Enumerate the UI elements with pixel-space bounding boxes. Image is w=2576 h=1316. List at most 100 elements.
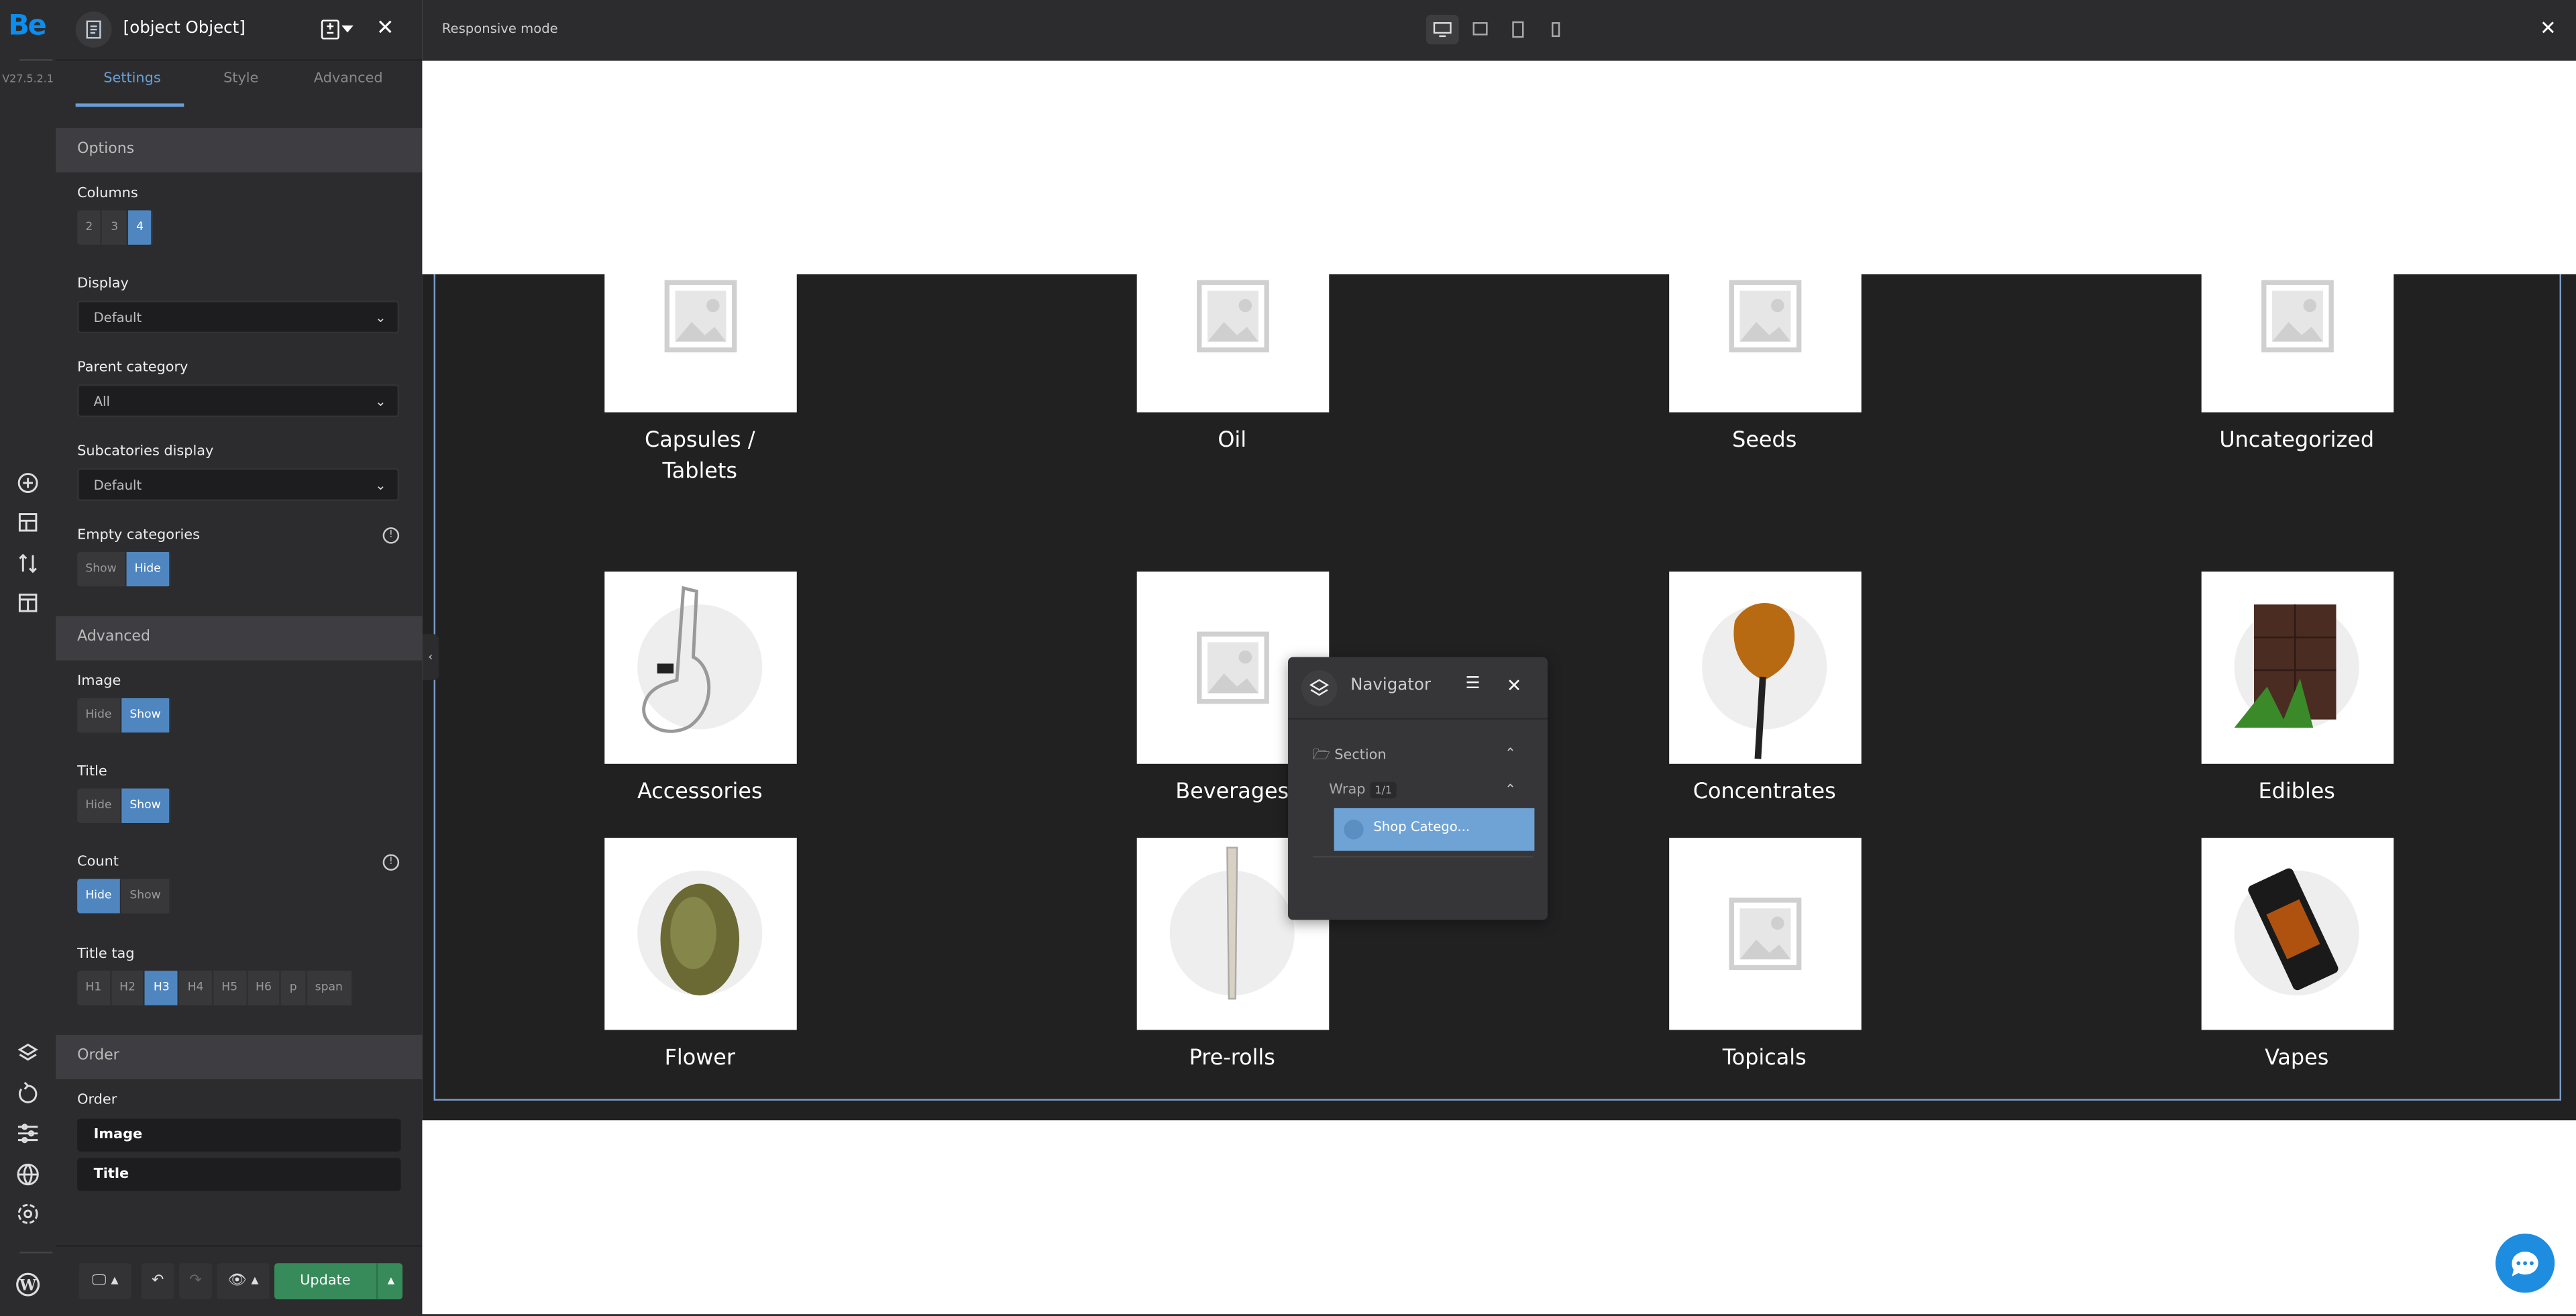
columns-3[interactable]: 3	[103, 210, 128, 245]
category-title[interactable]: Pre-rolls	[1084, 1043, 1380, 1075]
expand-all-icon[interactable]: ☰	[1466, 675, 1481, 694]
info-icon[interactable]: !	[382, 854, 400, 871]
globe-icon[interactable]	[15, 1161, 41, 1187]
wordpress-icon[interactable]: W	[15, 1272, 41, 1298]
parent-category-select[interactable]: All ⌄	[77, 384, 400, 418]
display-select[interactable]: Default ⌄	[77, 300, 400, 334]
tree-item-section[interactable]: 🗁 Section	[1313, 746, 1387, 769]
option-hide[interactable]: Hide	[126, 551, 171, 587]
category-image[interactable]	[1668, 220, 1861, 413]
category-item[interactable]: Vapes	[2149, 837, 2445, 1075]
option-show[interactable]: Show	[77, 551, 127, 587]
redo-button[interactable]: ↷	[178, 1263, 212, 1300]
category-image[interactable]	[2200, 220, 2393, 413]
template-icon[interactable]	[15, 590, 41, 616]
tag-h3[interactable]: H3	[145, 971, 180, 1005]
title-toggle[interactable]: Hide Show	[77, 788, 171, 823]
order-item-title[interactable]: Title	[77, 1158, 401, 1191]
columns-selector[interactable]: 234	[77, 210, 154, 245]
info-icon[interactable]: !	[382, 527, 400, 544]
category-title[interactable]: Edibles	[2149, 777, 2445, 808]
add-icon[interactable]	[15, 470, 41, 496]
category-title[interactable]: Accessories	[552, 777, 848, 808]
option-show[interactable]: Show	[121, 879, 171, 914]
category-title[interactable]: Concentrates	[1617, 777, 1913, 808]
category-item[interactable]: Seeds	[1617, 220, 1913, 457]
update-button[interactable]: Update ▴	[274, 1263, 405, 1300]
category-image[interactable]	[604, 220, 796, 413]
chat-button[interactable]	[2496, 1233, 2555, 1293]
category-image[interactable]	[604, 837, 796, 1030]
update-options-caret[interactable]: ▴	[376, 1263, 405, 1300]
category-item[interactable]: Oil	[1084, 220, 1380, 457]
laptop-icon[interactable]	[1464, 15, 1497, 44]
category-item[interactable]: Uncategorized	[2149, 220, 2445, 457]
category-item[interactable]: Topicals	[1617, 837, 1913, 1075]
tab-style[interactable]: Style	[223, 70, 258, 87]
option-show[interactable]: Show	[121, 698, 171, 733]
title-tag-selector[interactable]: H1 H2 H3 H4 H5 H6 p span	[77, 971, 353, 1005]
category-item[interactable]: Concentrates	[1617, 571, 1913, 808]
close-navigator-icon[interactable]: ✕	[1507, 675, 1522, 697]
category-item[interactable]: Edibles	[2149, 571, 2445, 808]
category-image[interactable]	[2200, 837, 2393, 1030]
tag-span[interactable]: span	[307, 971, 353, 1005]
empty-categories-toggle[interactable]: Show Hide	[77, 551, 171, 587]
category-image[interactable]	[2200, 571, 2393, 764]
tree-item-shop-categories[interactable]: Shop Catego...	[1334, 808, 1535, 851]
chevron-up-icon[interactable]: ⌃	[1505, 746, 1515, 761]
device-preview-button[interactable]: 🖵 ▴	[78, 1263, 131, 1300]
order-header[interactable]: Order	[56, 1034, 423, 1079]
options-header[interactable]: Options	[56, 128, 423, 173]
category-image[interactable]	[604, 571, 796, 764]
tag-p[interactable]: p	[282, 971, 307, 1005]
order-item-image[interactable]: Image	[77, 1118, 401, 1152]
category-title[interactable]: Vapes	[2149, 1043, 2445, 1075]
option-hide[interactable]: Hide	[77, 879, 122, 914]
category-title[interactable]: Uncategorized	[2149, 425, 2445, 457]
presets-dropdown-icon[interactable]	[321, 19, 357, 40]
tab-advanced[interactable]: Advanced	[314, 70, 383, 87]
option-show[interactable]: Show	[121, 788, 171, 823]
category-image[interactable]	[1668, 837, 1861, 1030]
tag-h2[interactable]: H2	[111, 971, 146, 1005]
close-panel-icon[interactable]: ✕	[376, 16, 394, 41]
settings-icon[interactable]	[15, 1201, 41, 1227]
collapse-panel-button[interactable]: ‹	[422, 634, 439, 680]
category-title[interactable]: Oil	[1084, 425, 1380, 457]
tag-h6[interactable]: H6	[248, 971, 282, 1005]
mobile-icon[interactable]	[1540, 15, 1572, 44]
history-icon[interactable]	[15, 1079, 41, 1105]
subcategories-select[interactable]: Default ⌄	[77, 468, 400, 501]
advanced-header[interactable]: Advanced	[56, 616, 423, 661]
tree-item-wrap[interactable]: Wrap 1/1	[1329, 781, 1397, 799]
tag-h5[interactable]: H5	[213, 971, 248, 1005]
count-toggle[interactable]: Hide Show	[77, 879, 171, 914]
tablet-icon[interactable]	[1501, 15, 1534, 44]
tag-h4[interactable]: H4	[179, 971, 214, 1005]
sliders-icon[interactable]	[15, 1120, 41, 1146]
category-item[interactable]: Capsules / Tablets	[552, 220, 848, 488]
desktop-icon[interactable]	[1426, 15, 1459, 45]
tag-h1[interactable]: H1	[77, 971, 111, 1005]
category-image[interactable]	[1136, 220, 1329, 413]
category-item[interactable]: Flower	[552, 837, 848, 1075]
category-title[interactable]: Seeds	[1617, 425, 1913, 457]
close-responsive-icon[interactable]: ✕	[2540, 16, 2557, 39]
preview-button[interactable]: 👁 ▴	[217, 1263, 270, 1300]
chevron-up-icon[interactable]: ⌃	[1505, 782, 1515, 797]
columns-2[interactable]: 2	[77, 210, 103, 245]
sort-icon[interactable]	[15, 550, 41, 576]
layers-icon[interactable]	[15, 1040, 41, 1066]
option-hide[interactable]: Hide	[77, 698, 122, 733]
undo-button[interactable]: ↶	[141, 1263, 174, 1300]
category-item[interactable]: Accessories	[552, 571, 848, 808]
columns-4[interactable]: 4	[127, 210, 154, 245]
layout-icon[interactable]	[15, 509, 41, 535]
tab-settings[interactable]: Settings	[103, 70, 160, 87]
category-image[interactable]	[1668, 571, 1861, 764]
category-title[interactable]: Capsules / Tablets	[618, 425, 782, 488]
option-hide[interactable]: Hide	[77, 788, 122, 823]
image-toggle[interactable]: Hide Show	[77, 698, 171, 733]
category-title[interactable]: Flower	[552, 1043, 848, 1075]
